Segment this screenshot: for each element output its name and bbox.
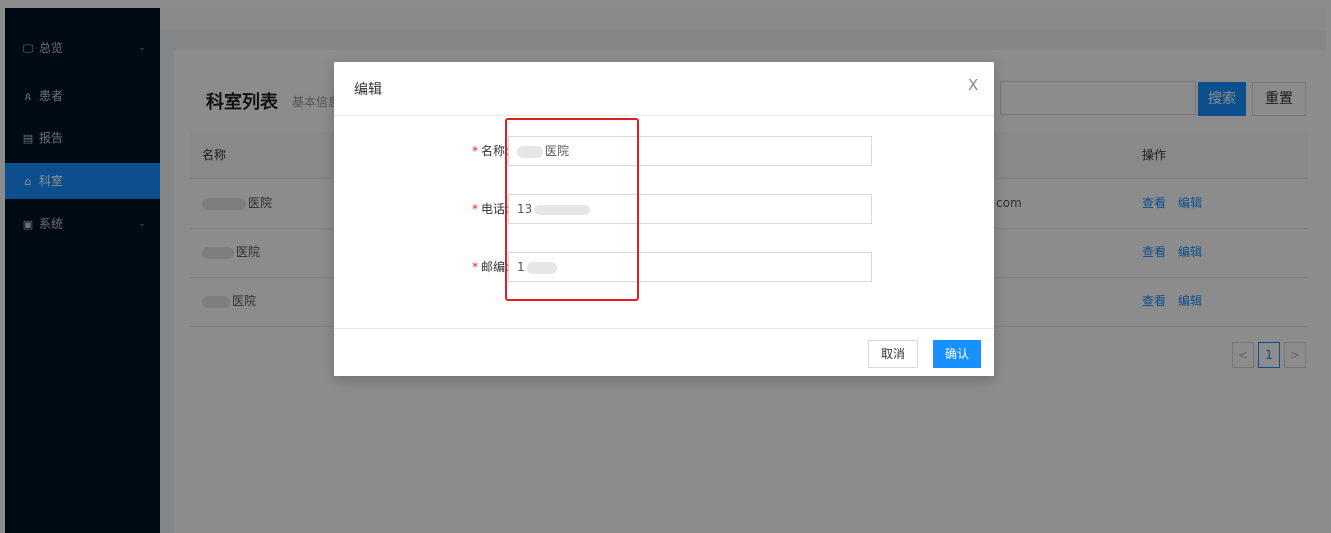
modal-footer: 取消 确认 (334, 328, 994, 376)
name-label: * 名称: (471, 144, 509, 158)
cancel-button[interactable]: 取消 (868, 340, 918, 368)
confirm-button[interactable]: 确认 (933, 340, 981, 368)
required-mark: * (471, 260, 478, 274)
modal-header: 编辑 X (334, 62, 994, 116)
zipcode-label: * 邮编: (471, 260, 509, 274)
required-mark: * (471, 202, 478, 216)
modal-title: 编辑 (354, 82, 382, 98)
edit-modal: 编辑 X * 名称: 医院 * 电话: 13 * 邮编: 1 取消 确认 (334, 62, 994, 376)
annotation-highlight-box (505, 118, 639, 301)
close-icon[interactable]: X (968, 76, 978, 94)
phone-label: * 电话: (471, 202, 509, 216)
required-mark: * (471, 144, 478, 158)
